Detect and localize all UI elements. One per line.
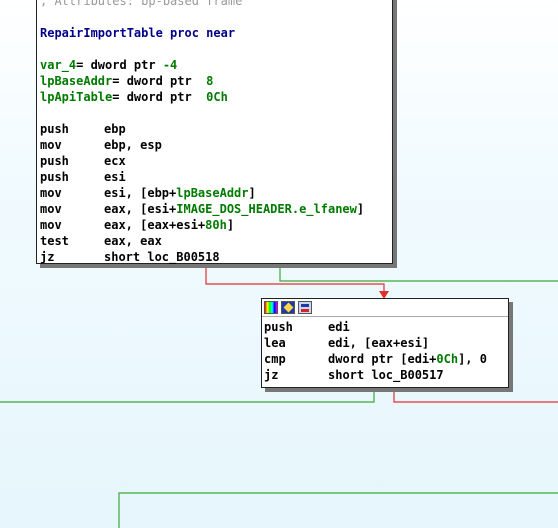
instruction-mnemonic: mov — [40, 202, 62, 216]
var-line: var_4= dword ptr -4 — [40, 57, 392, 73]
instruction-mnemonic: mov — [40, 186, 62, 200]
instruction-line[interactable]: push ecx — [40, 153, 392, 169]
instruction-mnemonic: mov — [40, 218, 62, 232]
instruction-operand: esi — [104, 170, 126, 184]
instruction-mnemonic: jz — [264, 368, 279, 382]
instruction-mnemonic: jz — [40, 250, 55, 264]
instruction-mnemonic: cmp — [264, 352, 286, 366]
var-type: = dword ptr — [76, 58, 163, 72]
instruction-operand: edi, [eax+esi] — [328, 336, 430, 350]
instruction-line[interactable]: jz short loc_B00518 — [40, 249, 392, 265]
edge-true-block1-right — [279, 266, 558, 282]
instruction-mnemonic: test — [40, 234, 69, 248]
instruction-operand: eax, [eax+esi+ — [104, 218, 206, 232]
instruction-line[interactable]: mov ebp, esp — [40, 137, 392, 153]
instruction-line[interactable]: test eax, eax — [40, 233, 392, 249]
instruction-mnemonic: push — [40, 170, 69, 184]
instruction-operand: ecx — [104, 154, 126, 168]
instruction-line[interactable]: lea edi, [eax+esi] — [264, 335, 508, 351]
instruction-operand: esi, [ebp+ — [104, 186, 177, 200]
operand-symbol[interactable]: IMAGE_DOS_HEADER.e_lfanew — [176, 202, 357, 216]
instruction-operand: eax, [esi+ — [104, 202, 177, 216]
edge-lower-green — [118, 492, 558, 528]
instruction-operand-tail: ], 0 — [458, 352, 487, 366]
node-titlebar — [262, 299, 508, 317]
color-icon[interactable] — [264, 301, 278, 314]
rename-icon[interactable] — [281, 301, 295, 314]
instruction-list: push edi lea edi, [eax+esi] cmp dword ptr [ed… — [262, 317, 508, 383]
instruction-mnemonic: push — [40, 154, 69, 168]
operand-symbol[interactable]: lpBaseAddr — [176, 186, 248, 200]
edge-true-block2-left — [0, 388, 375, 403]
instruction-operand: dword ptr [edi+ — [328, 352, 437, 366]
var-offset: 8 — [206, 74, 214, 88]
instruction-mnemonic: push — [40, 122, 69, 136]
var-name[interactable]: var_4 — [40, 58, 76, 72]
instruction-operand: ebp, esp — [104, 138, 162, 152]
group-icon[interactable] — [298, 301, 312, 314]
var-offset: 0Ch — [206, 90, 228, 104]
code-block-loc[interactable]: push edi lea edi, [eax+esi] cmp dword ptr [ed… — [261, 298, 509, 388]
instruction-line[interactable]: push ebp — [40, 121, 392, 137]
code-block-repairimporttable[interactable]: ; Attributes: bp-based frame RepairImpor… — [36, 0, 393, 264]
proc-header[interactable]: RepairImportTable proc near — [40, 25, 392, 41]
instruction-line[interactable]: mov eax, [eax+esi+80h] — [40, 217, 392, 233]
local-vars: var_4= dword ptr -4 lpBaseAddr= dword ptr… — [40, 57, 392, 105]
instruction-line[interactable]: mov eax, [esi+IMAGE_DOS_HEADER.e_lfanew] — [40, 201, 392, 217]
instruction-operand-tail: ] — [226, 218, 235, 232]
instruction-mnemonic: lea — [264, 336, 286, 350]
instruction-line[interactable]: push edi — [264, 319, 508, 335]
attributes-comment: ; Attributes: bp-based frame — [40, 0, 243, 8]
instruction-line[interactable]: mov esi, [ebp+lpBaseAddr] — [40, 185, 392, 201]
instruction-mnemonic: push — [264, 320, 293, 334]
instruction-operand: ebp — [104, 122, 126, 136]
instruction-operand: short loc_B00517 — [328, 368, 444, 382]
var-type: = dword ptr — [112, 90, 207, 104]
instruction-operand: edi — [328, 320, 350, 334]
var-line: lpBaseAddr= dword ptr 8 — [40, 73, 392, 89]
var-type: = dword ptr — [112, 74, 207, 88]
instruction-operand-tail: ] — [248, 186, 256, 200]
var-offset: -4 — [162, 58, 178, 72]
instruction-operand-tail: ] — [356, 202, 365, 216]
instruction-line[interactable]: push esi — [40, 169, 392, 185]
instruction-list: push ebp mov ebp, esp push ecx push esi mov esi, … — [40, 121, 392, 265]
instruction-line[interactable]: jz short loc_B00517 — [264, 367, 508, 383]
var-name[interactable]: lpBaseAddr — [40, 74, 112, 88]
instruction-mnemonic: mov — [40, 138, 62, 152]
var-line: lpApiTable= dword ptr 0Ch — [40, 89, 392, 105]
operand-symbol[interactable]: 80h — [205, 218, 227, 232]
instruction-operand: short loc_B00518 — [104, 250, 220, 264]
instruction-line[interactable]: cmp dword ptr [edi+0Ch], 0 — [264, 351, 508, 367]
instruction-operand: eax, eax — [104, 234, 162, 248]
edge-false-block2-right — [393, 388, 558, 403]
var-name[interactable]: lpApiTable — [40, 90, 112, 104]
operand-symbol[interactable]: 0Ch — [436, 352, 458, 366]
